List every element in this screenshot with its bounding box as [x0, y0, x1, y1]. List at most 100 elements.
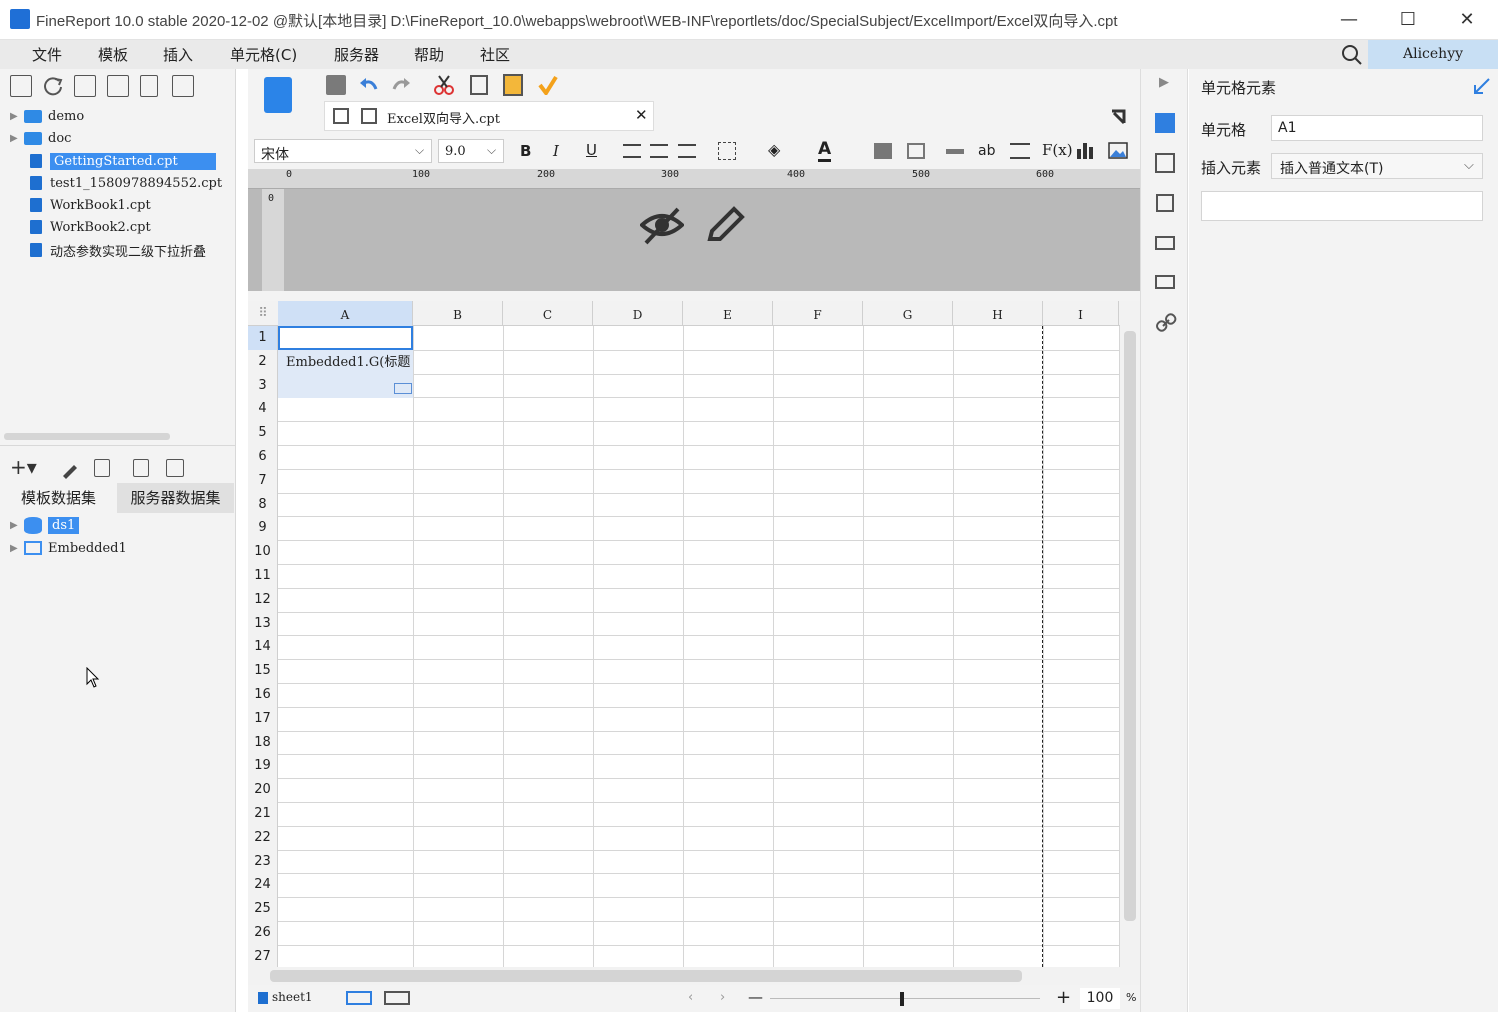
menu-community[interactable]: 社区 [480, 44, 510, 65]
copy-icon[interactable] [172, 75, 194, 97]
tree-item-folder[interactable]: ▶ demo [10, 105, 84, 127]
chart-icon[interactable] [1076, 141, 1096, 161]
select-all-icon[interactable]: ⠿ [248, 301, 278, 326]
condition-attribute-icon[interactable] [1155, 275, 1175, 289]
underline-icon[interactable]: U [586, 141, 597, 159]
zoom-value[interactable]: 100 [1080, 988, 1120, 1009]
cell-content-editor[interactable] [1201, 191, 1483, 221]
align-left-icon[interactable] [623, 144, 641, 158]
row-header[interactable]: 13 [248, 611, 278, 636]
zoom-in-button[interactable]: + [1056, 987, 1071, 1008]
row-header[interactable]: 4 [248, 397, 278, 422]
column-header[interactable]: H [953, 301, 1043, 326]
row-header[interactable]: 25 [248, 897, 278, 921]
next-sheet-icon[interactable]: › [720, 990, 725, 1005]
font-size-select[interactable]: 9.0 ⌵ [438, 139, 504, 163]
dataset-settings-icon[interactable] [166, 459, 184, 477]
row-header[interactable]: 20 [248, 778, 278, 802]
row-header[interactable]: 12 [248, 587, 278, 612]
row-header[interactable]: 14 [248, 635, 278, 660]
cell-attribute-icon[interactable] [1155, 153, 1175, 173]
menu-template[interactable]: 模板 [98, 44, 128, 65]
tree-item-file[interactable]: WorkBook1.cpt [10, 194, 151, 216]
template-type-icon[interactable] [264, 77, 292, 113]
tree-item-file[interactable]: 动态参数实现二级下拉折叠 [10, 239, 236, 261]
row-header[interactable]: 10 [248, 540, 278, 564]
hyperlink-icon[interactable] [1155, 312, 1177, 334]
row-header[interactable]: 17 [248, 706, 278, 731]
user-account[interactable]: Alicehyy [1368, 40, 1498, 69]
redo-icon[interactable] [392, 75, 412, 95]
menu-insert[interactable]: 插入 [163, 44, 193, 65]
prev-sheet-icon[interactable]: ‹ [688, 990, 693, 1005]
row-header[interactable]: 2 [248, 349, 278, 374]
menu-help[interactable]: 帮助 [414, 44, 444, 65]
spreadsheet-grid[interactable]: ⠿ ABCDEFGHI 1 2 3 4 5 6 7 8 9 10 11 12 13 14 15 16 17 18 1… [248, 301, 1140, 967]
column-header[interactable]: B [413, 301, 503, 326]
column-header[interactable]: C [503, 301, 593, 326]
cell-element-icon[interactable] [1155, 113, 1175, 133]
refresh-icon[interactable] [42, 75, 64, 97]
column-header[interactable]: D [593, 301, 683, 326]
delete-icon[interactable] [140, 75, 158, 97]
row-header[interactable]: 5 [248, 421, 278, 445]
align-right-icon[interactable] [678, 144, 696, 158]
vertical-scroll-thumb[interactable] [1124, 331, 1136, 921]
cell-expand-handle[interactable] [394, 383, 412, 394]
save-icon[interactable] [326, 75, 346, 95]
row-header[interactable]: 16 [248, 683, 278, 707]
paragraph-icon[interactable] [1010, 143, 1030, 159]
column-header[interactable]: I [1043, 301, 1119, 326]
cell-input[interactable]: A1 [1271, 115, 1483, 141]
row-header[interactable]: 18 [248, 730, 278, 755]
align-center-icon[interactable] [650, 144, 668, 158]
row-header[interactable]: 3 [248, 373, 278, 398]
menu-file[interactable]: 文件 [32, 44, 62, 65]
tree-item-folder[interactable]: ▶ doc [10, 127, 71, 149]
row-header[interactable]: 23 [248, 849, 278, 874]
menu-server[interactable]: 服务器 [334, 44, 379, 65]
minimize-button[interactable]: — [1334, 8, 1364, 32]
close-window-button[interactable]: ✕ [1452, 8, 1482, 32]
tree-scrollbar[interactable] [4, 433, 170, 440]
template-icon[interactable] [74, 75, 96, 97]
add-report-sheet-icon[interactable] [346, 991, 372, 1005]
row-header[interactable]: 19 [248, 754, 278, 779]
tree-item-file[interactable]: WorkBook2.cpt [10, 216, 151, 238]
row-header[interactable]: 22 [248, 825, 278, 850]
expand-arrow-icon[interactable]: ▶ [10, 520, 24, 531]
tree-item-file[interactable]: GettingStarted.cpt [10, 150, 216, 172]
formula-icon[interactable]: F(x) [1042, 141, 1073, 159]
column-header[interactable]: F [773, 301, 863, 326]
dataset-item[interactable]: ▶ ds1 [10, 514, 80, 536]
tab-template-dataset[interactable]: 模板数据集 [0, 483, 117, 513]
paste-icon[interactable] [503, 74, 523, 96]
selected-cell-a1[interactable] [278, 326, 413, 350]
template-tab[interactable]: Excel双向导入.cpt ✕ [324, 101, 654, 131]
vertical-scrollbar[interactable] [1120, 301, 1140, 967]
expand-arrow-icon[interactable]: ▶ [10, 111, 24, 122]
font-color-icon[interactable]: A [818, 139, 832, 162]
close-tab-icon[interactable]: ✕ [635, 106, 648, 124]
sheet-tab[interactable]: sheet1 [272, 990, 313, 1004]
undo-icon[interactable] [358, 75, 378, 95]
expand-arrow-icon[interactable]: ▶ [10, 543, 24, 554]
tree-item-file[interactable]: test1_1580978894552.cpt [10, 172, 222, 194]
cut-icon[interactable] [434, 75, 454, 95]
border-icon[interactable] [718, 142, 736, 160]
lock-template-icon[interactable] [107, 75, 129, 97]
row-header[interactable]: 6 [248, 445, 278, 469]
add-dashboard-sheet-icon[interactable] [384, 991, 410, 1005]
row-header[interactable]: 8 [248, 492, 278, 517]
cell-a2[interactable]: Embedded1.G(标题 [278, 350, 413, 398]
edit-icon[interactable] [60, 459, 80, 479]
search-icon[interactable] [1340, 43, 1364, 67]
row-header[interactable]: 15 [248, 659, 278, 683]
insert-element-select[interactable]: 插入普通文本(T) ⌵ [1271, 153, 1483, 179]
tab-server-dataset[interactable]: 服务器数据集 [117, 483, 234, 513]
zoom-slider-handle[interactable] [900, 992, 904, 1006]
image-icon[interactable] [1108, 141, 1128, 161]
row-header[interactable]: 27 [248, 944, 278, 967]
italic-icon[interactable]: I [553, 142, 559, 160]
horizontal-scroll-thumb[interactable] [270, 970, 1022, 982]
